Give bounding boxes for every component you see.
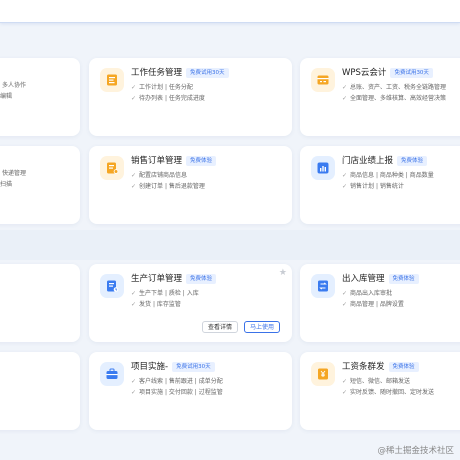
card-title: 工作任务管理 免费试用30天 [131,67,229,79]
trial-badge: 免费体验 [397,156,428,166]
card-feature-line: 商品信息 | 商品种类 | 商品数量 [350,172,434,179]
section-divider [0,230,460,260]
use-now-button[interactable]: 马上使用 [244,321,280,333]
trial-badge: 免费体验 [388,362,419,372]
trial-badge: 免费体验 [186,156,217,166]
card-feature-line: 编辑 [0,93,13,100]
card-title: 项目实施- 免费试用30天 [131,361,215,373]
app-card-production-order[interactable]: ★ 生产订单管理 免费体验 ✓ 生产下单 | 质检 | 入库 ✓ 发货 | 库存监管 … [89,264,292,342]
app-card-sales-order[interactable]: 销售订单管理 免费体验 ✓ 配置店铺商品信息 ✓ 创建订单 | 售后退款管理 [89,146,292,224]
task-list-icon [100,68,124,92]
app-card-store-report[interactable]: 门店业绩上报 免费体验 ✓ 商品信息 | 商品种类 | 商品数量 ✓ 销售计划 | 销… [300,146,460,224]
card-feature-line: 短信、微信、邮箱发送 [350,378,411,385]
card-title: WPS云会计 免费试用30天 [342,67,433,79]
card-feature-line: 创建订单 | 售后退款管理 [139,183,205,190]
card-feature-line: 工作计划 | 任务分配 [139,84,193,91]
app-card-wps-accounting[interactable]: WPS云会计 免费试用30天 ✓ 总账、资产、工资、税务全链路管理 ✓ 全面管理、多维… [300,58,460,136]
favorite-star-icon[interactable]: ★ [279,268,287,278]
check-icon: ✓ [131,84,137,91]
check-icon: ✓ [131,95,137,102]
search-bar[interactable] [0,0,460,23]
accounting-icon [311,68,335,92]
check-icon: ✓ [342,95,348,102]
card-feature-line: 客户线索 | 售前跟进 | 成单分配 [139,378,223,385]
check-icon: ✓ [131,378,137,385]
project-icon [100,362,124,386]
app-card-payslip[interactable]: 工资条群发 免费体验 ✓ 短信、微信、邮箱发送 ✓ 实时反馈、随时撤回、定时发送 [300,352,460,430]
partial-card-empty[interactable] [0,352,80,430]
partial-card-express[interactable]: 快递管理 扫描 [0,146,80,224]
check-icon: ✓ [131,389,137,396]
card-feature-line: 扫描 [0,181,13,188]
check-icon: ✓ [131,290,137,297]
check-icon: ✓ [342,301,348,308]
card-title: 生产订单管理 免费体验 [131,273,217,285]
card-feature-line: 快递管理 [2,170,27,177]
card-feature-line: 项目实施 | 交付回款 | 过程监管 [139,389,223,396]
warehouse-icon [311,274,335,298]
check-icon: ✓ [131,172,137,179]
check-icon: ✓ [342,290,348,297]
card-feature-line: 多人协作 [2,82,27,89]
store-report-icon [311,156,335,180]
sales-order-icon [100,156,124,180]
card-feature-line: 销售计划 | 销售统计 [350,183,404,190]
card-title: 销售订单管理 免费体验 [131,155,217,167]
watermark: @稀土掘金技术社区 [377,446,454,456]
app-card-warehouse[interactable]: 出入库管理 免费体验 ✓ 商品出入库审批 ✓ 商品管理 | 品牌设置 [300,264,460,342]
card-feature-line: 实时反馈、随时撤回、定时发送 [350,389,435,396]
app-card-work-task[interactable]: 工作任务管理 免费试用30天 ✓ 工作计划 | 任务分配 ✓ 待办列表 | 任务完成进… [89,58,292,136]
card-feature-line: 全面管理、多维核算、高效经营决策 [350,95,447,102]
check-icon: ✓ [342,172,348,179]
trial-badge: 免费试用30天 [172,362,215,372]
trial-badge: 免费体验 [388,274,419,284]
card-title: 门店业绩上报 免费体验 [342,155,428,167]
card-feature-line: 发货 | 库存监管 [139,301,181,308]
card-feature-line: 配置店铺商品信息 [139,172,188,179]
card-feature-line: 商品出入库审批 [350,290,393,297]
check-icon: ✓ [131,301,137,308]
check-icon: ✓ [342,389,348,396]
check-icon: ✓ [342,84,348,91]
trial-badge: 免费体验 [186,274,217,284]
check-icon: ✓ [342,183,348,190]
trial-badge: 免费试用30天 [186,68,229,78]
app-card-project-impl[interactable]: 项目实施- 免费试用30天 ✓ 客户线索 | 售前跟进 | 成单分配 ✓ 项目实施 |… [89,352,292,430]
check-icon: ✓ [131,183,137,190]
check-icon: ✓ [342,378,348,385]
view-details-button[interactable]: 查看详情 [202,321,238,333]
card-feature-line: 商品管理 | 品牌设置 [350,301,404,308]
partial-card-collab[interactable]: 多人协作 编辑 [0,58,80,136]
partial-card-empty[interactable] [0,264,80,342]
card-feature-line: 总账、资产、工资、税务全链路管理 [350,84,447,91]
card-feature-line: 待办列表 | 任务完成进度 [139,95,205,102]
trial-badge: 免费试用30天 [390,68,433,78]
card-title: 出入库管理 免费体验 [342,273,419,285]
card-feature-line: 生产下单 | 质检 | 入库 [139,290,199,297]
payslip-icon [311,362,335,386]
production-icon [100,274,124,298]
card-title: 工资条群发 免费体验 [342,361,419,373]
